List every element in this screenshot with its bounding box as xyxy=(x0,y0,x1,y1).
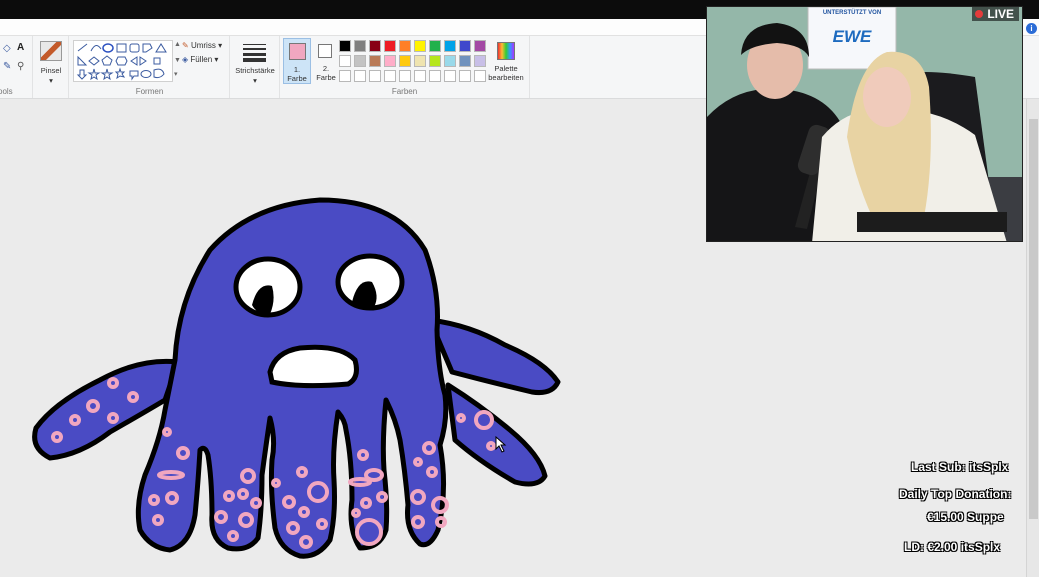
palette-swatch[interactable] xyxy=(384,70,396,82)
fill-bucket-icon[interactable]: ◇ xyxy=(3,44,11,54)
edit-palette-button[interactable]: Palette bearbeiten xyxy=(485,38,527,84)
text-tool-icon[interactable]: A xyxy=(17,43,24,53)
live-label: LIVE xyxy=(987,7,1014,21)
stroke-group[interactable]: Strichstärke ▾ xyxy=(230,36,280,98)
color1-label: 1. Farbe xyxy=(287,65,307,83)
sponsor-sign-line1: UNTERSTÜTZT VON xyxy=(822,10,882,16)
fill-dropdown-icon: ▾ xyxy=(214,55,219,64)
shapes-expand-icon[interactable]: ▾ xyxy=(174,70,178,80)
palette-swatch[interactable] xyxy=(459,40,471,52)
colors-group-label: Farben xyxy=(391,87,418,96)
palette-swatch[interactable] xyxy=(444,40,456,52)
shapes-scroll-down-icon[interactable]: ▼ xyxy=(174,56,181,66)
vertical-scrollbar[interactable] xyxy=(1026,99,1039,577)
stroke-width-icon xyxy=(243,43,266,62)
palette-swatch[interactable] xyxy=(444,55,456,67)
shapes-gallery[interactable] xyxy=(73,40,173,82)
desk-edge xyxy=(857,212,1007,232)
palette-swatch[interactable] xyxy=(414,70,426,82)
fill-label: Füllen xyxy=(190,55,213,64)
palette-swatch[interactable] xyxy=(414,40,426,52)
palette-swatch[interactable] xyxy=(354,70,366,82)
person-right-face xyxy=(863,67,911,127)
octopus-right-arm xyxy=(427,317,561,395)
tools-group-label: Tools xyxy=(0,87,13,96)
palette-swatch[interactable] xyxy=(399,40,411,52)
palette-swatch[interactable] xyxy=(459,70,471,82)
color-picker-icon[interactable]: ✎ xyxy=(3,62,11,72)
palette-swatch[interactable] xyxy=(399,70,411,82)
outline-icon: ✎ xyxy=(182,41,189,50)
color2-swatch xyxy=(318,44,332,58)
latest-donation-text: LD: €2.00 itsSplx xyxy=(904,540,1001,554)
stroke-dropdown-icon: ▾ xyxy=(253,76,257,85)
color1-swatch xyxy=(289,43,306,60)
live-dot-icon xyxy=(975,10,984,18)
palette-swatch[interactable] xyxy=(369,40,381,52)
outline-dropdown-icon: ▾ xyxy=(218,41,223,50)
scrollbar-thumb[interactable] xyxy=(1029,119,1038,519)
palette-swatch[interactable] xyxy=(459,55,471,67)
tools-group: ◇ A ✎ ⚲ Tools xyxy=(0,36,33,98)
magnifier-icon[interactable]: ⚲ xyxy=(17,62,24,72)
edit-palette-icon xyxy=(497,42,515,60)
palette-swatch[interactable] xyxy=(354,40,366,52)
info-icon[interactable]: i xyxy=(1026,23,1037,34)
color2-button[interactable]: 2. Farbe xyxy=(313,38,339,84)
daily-top-donation-value: €15.00 Suppe xyxy=(927,510,1004,524)
fill-button[interactable]: ◈ Füllen ▾ xyxy=(182,55,218,67)
webcam-overlay: UNTERSTÜTZT VON EWE LIVE xyxy=(706,6,1023,242)
shapes-gallery-icons xyxy=(76,43,167,81)
outline-label: Umriss xyxy=(190,41,216,50)
brush-icon[interactable] xyxy=(40,41,62,61)
colors-group: 1. Farbe 2. Farbe Palette bearbeiten Far… xyxy=(280,36,530,98)
palette-swatch[interactable] xyxy=(339,55,351,67)
palette-swatch[interactable] xyxy=(429,70,441,82)
color-palette xyxy=(339,40,489,84)
fill-icon: ◈ xyxy=(182,55,189,64)
shapes-group: ▲ ▼ ▾ ✎ Umriss ▾ ◈ Füllen ▾ Formen xyxy=(70,36,230,98)
sponsor-sign-logo: EWE xyxy=(832,27,872,46)
daily-top-donation-label: Daily Top Donation: xyxy=(899,487,1012,501)
last-sub-text: Last Sub: itsSplx xyxy=(911,460,1009,474)
brush-group: Pinsel ▾ xyxy=(33,36,69,98)
brush-dropdown-icon[interactable]: ▾ xyxy=(33,76,69,85)
palette-swatch[interactable] xyxy=(339,70,351,82)
live-indicator: LIVE xyxy=(972,7,1019,21)
outline-button[interactable]: ✎ Umriss ▾ xyxy=(182,41,222,53)
edit-palette-label: Palette bearbeiten xyxy=(488,64,524,82)
palette-swatch[interactable] xyxy=(369,55,381,67)
palette-swatch[interactable] xyxy=(429,40,441,52)
palette-swatch[interactable] xyxy=(384,40,396,52)
shapes-group-label: Formen xyxy=(135,87,164,96)
palette-swatch[interactable] xyxy=(444,70,456,82)
palette-swatch[interactable] xyxy=(339,40,351,52)
palette-swatch[interactable] xyxy=(399,55,411,67)
palette-swatch[interactable] xyxy=(354,55,366,67)
palette-swatch[interactable] xyxy=(384,55,396,67)
shapes-scroll-up-icon[interactable]: ▲ xyxy=(174,40,181,50)
brush-label: Pinsel xyxy=(40,66,62,75)
stroke-width-label: Strichstärke xyxy=(235,66,275,75)
color2-label: 2. Farbe xyxy=(316,64,336,82)
octopus-right-lower-arm xyxy=(445,382,548,487)
color1-button[interactable]: 1. Farbe xyxy=(283,38,311,84)
palette-swatch[interactable] xyxy=(414,55,426,67)
palette-swatch[interactable] xyxy=(429,55,441,67)
octopus-mouth xyxy=(267,344,359,389)
palette-swatch[interactable] xyxy=(369,70,381,82)
